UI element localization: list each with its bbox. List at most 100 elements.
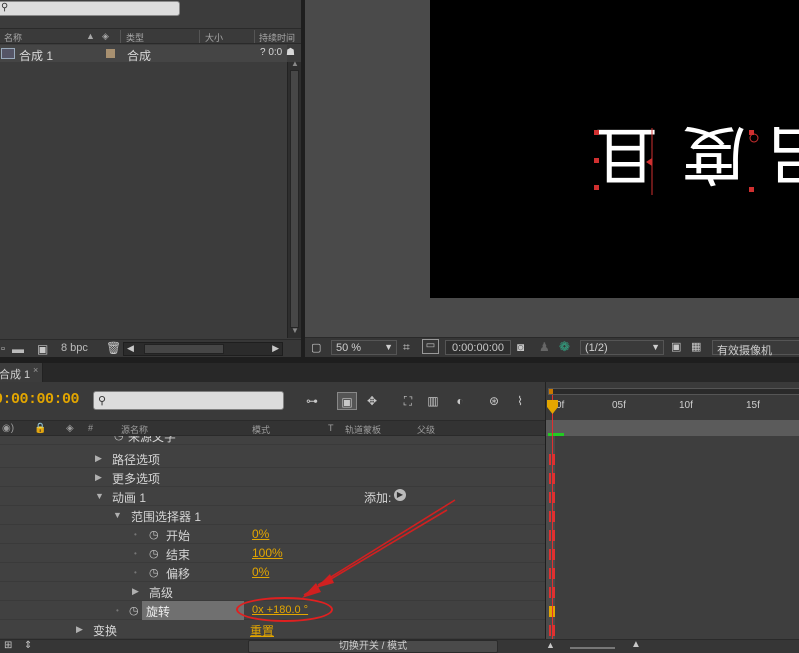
zoom-dropdown[interactable]: 50 % ▼	[331, 340, 397, 355]
time-navigator-start[interactable]	[549, 389, 553, 394]
property-row[interactable]: • ◷ 偏移 0%	[0, 563, 545, 582]
time-ruler[interactable]: 0f 05f 10f 15f	[545, 382, 799, 420]
zoom-out-icon[interactable]: ▲	[546, 640, 555, 650]
column-type[interactable]: 类型	[126, 31, 144, 44]
stopwatch-active-icon[interactable]: ◷	[129, 604, 139, 617]
property-value[interactable]: 0%	[252, 565, 269, 579]
interpret-footage-icon[interactable]: ▫	[1, 343, 5, 355]
frame-blending-icon[interactable]: ▥	[423, 392, 443, 410]
tab-composition[interactable]: 合成 1 ×	[0, 363, 43, 382]
graph-editor-icon[interactable]: ⌇	[510, 392, 530, 410]
scroll-down-icon[interactable]: ▼	[291, 326, 299, 335]
comp-flowchart-icon[interactable]: ⊞	[4, 640, 12, 651]
property-value[interactable]: 100%	[252, 546, 283, 560]
color-channels-icon[interactable]: ❁	[559, 339, 570, 355]
handle[interactable]	[594, 130, 599, 135]
property-value[interactable]: 0%	[252, 527, 269, 541]
stopwatch-icon[interactable]: ◷	[149, 566, 159, 579]
hide-shy-layers-icon[interactable]: ⛶	[398, 392, 418, 410]
work-area-bar[interactable]	[546, 420, 799, 436]
property-group-row[interactable]: ▶ 变换 重置	[0, 620, 545, 639]
reset-link[interactable]: 重置	[250, 622, 274, 639]
stopwatch-icon[interactable]: ◷	[149, 547, 159, 560]
mask-visibility-icon[interactable]: ▭	[422, 339, 439, 354]
stopwatch-icon[interactable]: ◷	[114, 436, 124, 442]
draft-3d-icon[interactable]: ✥	[362, 392, 382, 410]
camera-dropdown[interactable]: 有效摄像机	[712, 340, 799, 357]
toggle-switches-modes-button[interactable]: 切换开关 / 模式	[248, 640, 498, 653]
new-folder-icon[interactable]: ▬	[12, 342, 24, 356]
lock-icon[interactable]: 🔒	[34, 423, 46, 434]
stopwatch-icon[interactable]: ◷	[149, 528, 159, 541]
viewer-timecode[interactable]: 0:00:00:00	[445, 340, 511, 355]
project-item-duration: ? 0:0	[260, 47, 283, 58]
anchor-point-icon[interactable]	[749, 133, 759, 143]
live-update-icon[interactable]: ▣	[337, 392, 357, 410]
expand-arrow-icon[interactable]: ▶	[76, 624, 83, 635]
property-group-row[interactable]: ▶ 路径选项	[0, 449, 545, 468]
scroll-thumb[interactable]	[290, 70, 299, 328]
show-snapshot-icon[interactable]: ♟	[539, 340, 550, 354]
expand-panes-icon[interactable]: ⇕	[24, 640, 32, 651]
project-vertical-scrollbar[interactable]: ▲ ▼	[287, 59, 301, 338]
column-mode[interactable]: 模式	[252, 423, 270, 436]
column-source-name[interactable]: 源名称	[121, 423, 148, 436]
close-icon[interactable]: ×	[33, 365, 38, 375]
bit-depth-button[interactable]: 8 bpc	[61, 342, 88, 354]
timeline-search-input[interactable]: ⚲	[93, 391, 284, 410]
expand-arrow-icon[interactable]: ▶	[95, 472, 102, 483]
column-parent[interactable]: 父级	[417, 423, 435, 436]
resolution-dropdown[interactable]: (1/2) ▼	[580, 340, 664, 355]
handle[interactable]	[594, 158, 599, 163]
timeline-timecode[interactable]: 0:00:00:00	[0, 391, 80, 408]
scroll-up-icon[interactable]: ▲	[291, 59, 299, 68]
flowchart-icon[interactable]: ☗	[286, 47, 295, 58]
add-menu-icon[interactable]: ▶	[394, 489, 406, 501]
zoom-in-icon[interactable]: ▲	[631, 639, 641, 650]
chevron-down-icon: ▼	[384, 342, 393, 352]
project-item-row[interactable]: 合成 1 合成 ? 0:0 ☗	[0, 45, 295, 63]
grid-guide-icon[interactable]: ⌗	[403, 340, 410, 355]
zoom-slider[interactable]	[570, 647, 615, 649]
handle[interactable]	[594, 185, 599, 190]
scroll-left-icon[interactable]: ◀	[127, 343, 134, 354]
property-group-row[interactable]: ▼ 范围选择器 1	[0, 506, 545, 525]
timeline-tracks[interactable]	[546, 436, 799, 639]
label-tag-icon[interactable]: ◈	[102, 31, 109, 42]
label-tag-icon[interactable]: ◈	[66, 423, 74, 434]
column-name[interactable]: 名称	[4, 31, 22, 44]
transparency-grid-icon[interactable]: ▦	[691, 340, 701, 353]
new-composition-icon[interactable]: ▣	[37, 342, 48, 356]
time-navigator[interactable]	[548, 388, 799, 395]
property-row[interactable]: • ◷ 结束 100%	[0, 544, 545, 563]
current-time-indicator[interactable]	[552, 395, 553, 645]
column-t[interactable]: T	[328, 423, 334, 433]
snapshot-icon[interactable]: ◙	[517, 340, 524, 354]
collapse-arrow-icon[interactable]: ▼	[95, 491, 104, 501]
scroll-right-icon[interactable]: ▶	[272, 343, 279, 354]
comp-mini-flowchart-icon[interactable]: ⊶	[302, 392, 322, 410]
property-name: 范围选择器 1	[131, 510, 202, 524]
handle[interactable]	[749, 187, 754, 192]
region-of-interest-icon[interactable]: ▣	[671, 340, 681, 353]
column-duration[interactable]: 持续时间	[259, 31, 295, 44]
column-track-matte[interactable]: 轨道蒙板	[345, 423, 381, 436]
scroll-thumb-h[interactable]	[144, 344, 224, 354]
property-row[interactable]: • ◷ 开始 0%	[0, 525, 545, 544]
property-group-row[interactable]: ▶ 更多选项	[0, 468, 545, 487]
trash-icon[interactable]: 🗑	[106, 341, 121, 355]
animator-row[interactable]: ▼ 动画 1 添加: ▶	[0, 487, 545, 506]
composition-canvas[interactable]: 且 度 吕	[430, 0, 799, 298]
brainstorm-icon[interactable]: ⊛	[484, 392, 504, 410]
column-size[interactable]: 大小	[205, 31, 223, 44]
audio-video-icon[interactable]: ◉)	[2, 423, 14, 434]
collapse-arrow-icon[interactable]: ▼	[113, 510, 122, 520]
project-horizontal-scrollbar[interactable]: ◀ ▶	[123, 342, 283, 356]
expand-arrow-icon[interactable]: ▶	[132, 586, 139, 597]
expand-arrow-icon[interactable]: ▶	[95, 453, 102, 464]
project-search-input[interactable]: ⚲	[0, 1, 180, 16]
motion-blur-icon[interactable]: ◐	[450, 392, 470, 410]
label-color-swatch[interactable]	[106, 49, 115, 58]
property-row[interactable]: ◷ 来源文字	[0, 436, 545, 445]
always-preview-icon[interactable]: ▢	[311, 341, 321, 354]
